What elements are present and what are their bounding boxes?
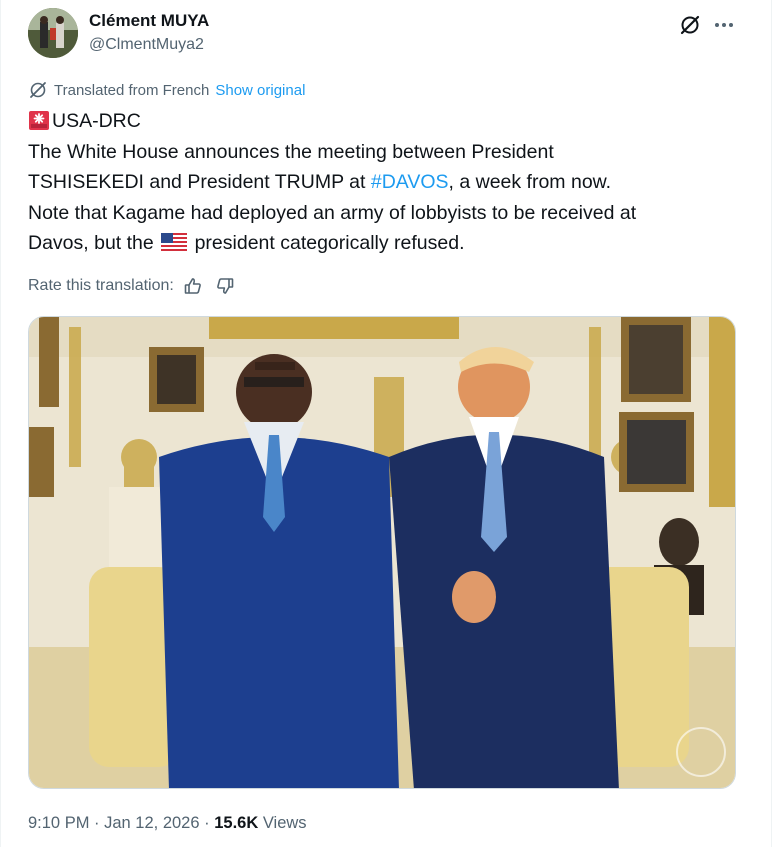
meta-separator-2: · [199,814,215,832]
tweet-line-5: Davos, but the president categorically r… [28,228,748,259]
views-count: 15.6K [214,814,259,832]
tweet-header: Clément MUYA @ClmentMuya2 [28,8,751,60]
tweet-photo[interactable] [28,316,736,789]
tweet-line-4: Note that Kagame had deployed an army of… [28,201,637,224]
rate-translation: Rate this translation: [28,274,236,298]
tweet-meta: 9:10 PM · Jan 12, 2026 · 15.6K Views [28,812,307,834]
grok-icon[interactable] [677,12,703,38]
avatar[interactable] [28,8,78,58]
globe-icon [28,80,48,100]
thumbs-up-icon[interactable] [182,275,204,297]
tweet-text: USA-DRC The White House announces the me… [28,106,748,259]
rotating-light-emoji [28,109,50,131]
thumbs-down-icon[interactable] [214,275,236,297]
tweet-line-5-pre: Davos, but the [28,232,160,254]
tweet-line-3: TSHISEKEDI and President TRUMP at #DAVOS… [28,167,748,198]
tweet-line-1-text: USA-DRC [52,110,141,132]
author-names: Clément MUYA @ClmentMuya2 [89,10,209,56]
translated-label: Translated from French [54,81,210,99]
more-dots-icon[interactable] [711,12,737,38]
rate-label: Rate this translation: [28,277,174,294]
tweet-line-5-post: president categorically refused. [189,232,465,254]
tweet-line-2: The White House announces the meeting be… [28,140,554,163]
tweet-line-3-pre: TSHISEKEDI and President TRUMP at [28,171,371,193]
tweet-date[interactable]: Jan 12, 2026 [104,814,199,832]
tweet-time[interactable]: 9:10 PM [28,814,89,832]
us-flag-emoji [161,230,188,251]
tweet-line-3-post: , a week from now. [448,171,612,193]
show-original-link[interactable]: Show original [215,82,305,99]
tweet-line-1: USA-DRC [28,106,748,137]
views-label: Views [262,814,307,832]
meta-separator-1: · [89,814,105,832]
author-handle[interactable]: @ClmentMuya2 [89,34,209,56]
hashtag-link[interactable]: #DAVOS [371,171,449,193]
translation-notice: Translated from French Show original [28,80,305,100]
tweet-card: Clément MUYA @ClmentMuya2 Translated fro… [0,0,772,847]
photo-illustration [29,317,735,788]
author-display-name[interactable]: Clément MUYA [89,10,209,32]
